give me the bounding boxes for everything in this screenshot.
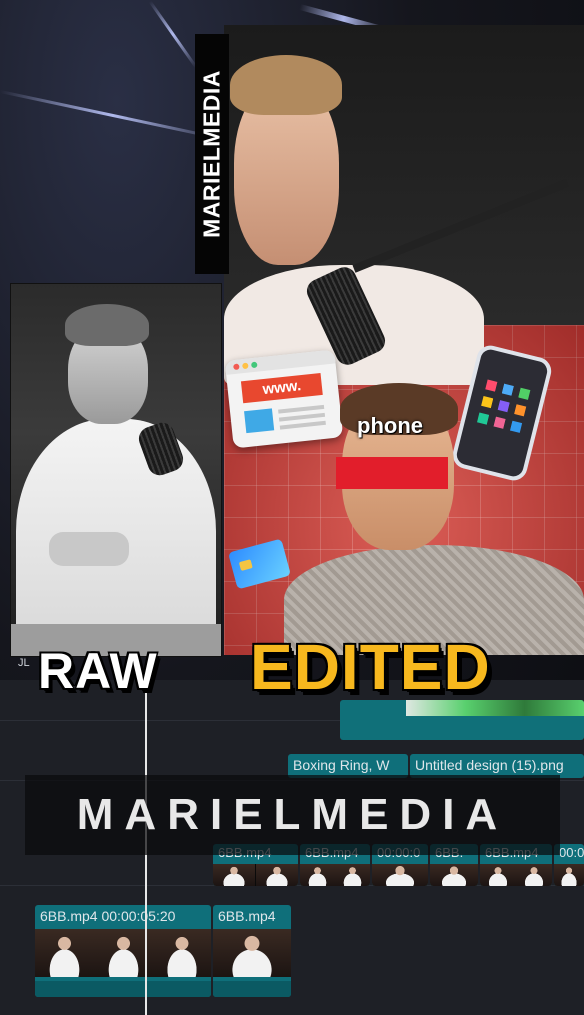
vertical-watermark: MARIELMEDIA [195,34,229,274]
browser-www-text: www. [240,373,323,404]
track-marker: JL [18,657,30,669]
timeline-clip[interactable] [340,700,584,740]
phone-caption: phone [357,413,423,438]
censor-bar [336,457,448,489]
person-hair [230,55,342,115]
raw-label: RAW [38,643,158,699]
edited-label: EDITED [250,631,491,703]
timeline-clip[interactable]: 6BB.mp4 00:00:05:20 [35,905,211,997]
person-hair [65,304,149,346]
vertical-watermark-text: MARIELMEDIA [198,70,225,238]
light-streak [148,0,198,68]
watermark-banner: MARIELMEDIA [25,775,560,855]
browser-icon: www. [224,349,344,449]
person-hands [49,532,129,566]
video-frame: www. phone MARIELMEDIA JL Boxing Ring, W… [0,0,584,1015]
watermark-banner-text: MARIELMEDIA [76,790,509,839]
timeline-clip[interactable]: 6BB.mp4 [213,905,291,997]
raw-video-panel [10,283,222,657]
light-streak [0,90,226,141]
edited-video-panel: www. phone [224,25,584,655]
